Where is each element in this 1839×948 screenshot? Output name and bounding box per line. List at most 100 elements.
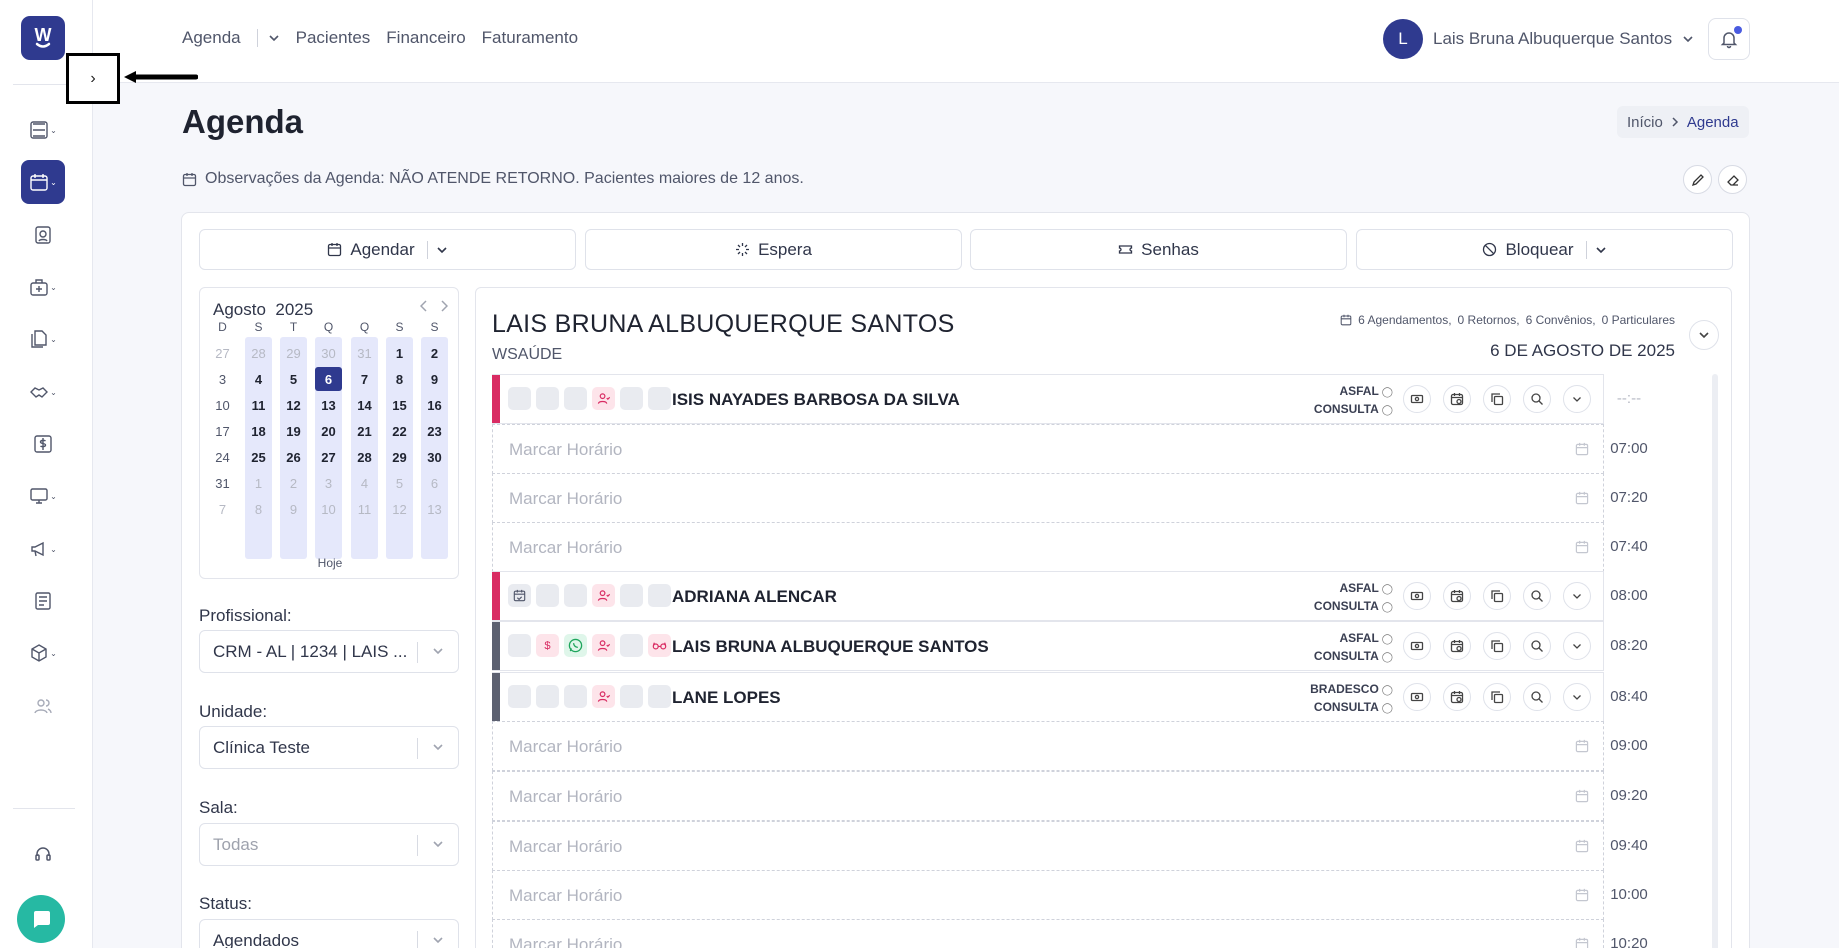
calendar-day[interactable]: 9 (421, 367, 448, 391)
sidebar-item-box[interactable]: ⌄ (21, 631, 65, 675)
calendar-day[interactable]: 27 (315, 445, 342, 469)
sidebar-item-calendar[interactable]: ⌄ (21, 160, 65, 204)
senhas-button[interactable]: Senhas (970, 229, 1347, 270)
collapse-header-button[interactable] (1689, 320, 1719, 350)
row-action-chevron-down[interactable] (1563, 385, 1591, 413)
row-action-cash[interactable] (1403, 385, 1431, 413)
notifications-button[interactable] (1708, 18, 1750, 60)
status-select[interactable]: Agendados (199, 919, 459, 948)
empty-slot-row[interactable]: Marcar Horário (492, 919, 1604, 948)
calendar-day[interactable]: 13 (315, 393, 342, 417)
calendar-day[interactable]: 19 (280, 419, 307, 443)
row-action-chevron-down[interactable] (1563, 683, 1591, 711)
sidebar-item-dollar[interactable] (21, 422, 65, 466)
calendar-day[interactable]: 21 (351, 419, 378, 443)
calendar-day[interactable]: 22 (386, 419, 413, 443)
calendar-day[interactable]: 31 (209, 471, 236, 495)
row-action-calendar-clock[interactable] (1443, 632, 1471, 660)
calendar-day[interactable]: 25 (245, 445, 272, 469)
schedule-scrollbar[interactable] (1712, 374, 1718, 948)
calendar-day[interactable]: 2 (280, 471, 307, 495)
calendar-day[interactable]: 15 (386, 393, 413, 417)
status-money[interactable]: $ (536, 634, 559, 657)
appointment-row[interactable]: ADRIANA ALENCAR ASFAL ◯ CONSULTA ◯ (492, 571, 1604, 621)
row-action-chevron-down[interactable] (1563, 582, 1591, 610)
empty-slot-row[interactable]: Marcar Horário (492, 473, 1604, 523)
row-action-calendar-clock[interactable] (1443, 683, 1471, 711)
user-menu[interactable]: L Lais Bruna Albuquerque Santos (1383, 19, 1694, 59)
row-action-copy[interactable] (1483, 582, 1511, 610)
calendar-day[interactable]: 11 (245, 393, 272, 417)
nav-agenda-chevron-down-icon[interactable] (268, 32, 280, 44)
calendar-day[interactable]: 3 (315, 471, 342, 495)
status-patient[interactable] (592, 634, 615, 657)
empty-slot-row[interactable]: Marcar Horário (492, 870, 1604, 920)
calendar-day[interactable]: 11 (351, 497, 378, 521)
calendar-day[interactable]: 30 (421, 445, 448, 469)
calendar-day[interactable]: 28 (351, 445, 378, 469)
calendar-day[interactable]: 7 (351, 367, 378, 391)
sidebar-item-medical-bag[interactable]: ⌄ (21, 265, 65, 309)
calendar-day[interactable]: 1 (245, 471, 272, 495)
calendar-day[interactable]: 7 (209, 497, 236, 521)
calendar-day[interactable]: 5 (386, 471, 413, 495)
empty-slot-row[interactable]: Marcar Horário (492, 821, 1604, 871)
bloquear-button[interactable]: Bloquear (1356, 229, 1733, 270)
row-action-chevron-down[interactable] (1563, 632, 1591, 660)
clear-observations-button[interactable] (1718, 165, 1747, 194)
sala-select[interactable]: Todas (199, 823, 459, 866)
row-action-copy[interactable] (1483, 385, 1511, 413)
calendar-day[interactable]: 10 (209, 393, 236, 417)
status-patient[interactable] (592, 584, 615, 607)
calendar-day[interactable]: 29 (386, 445, 413, 469)
appointment-row[interactable]: LANE LOPES BRADESCO ◯ CONSULTA ◯ (492, 672, 1604, 722)
sidebar-item-checklist[interactable]: ⌄ (21, 108, 65, 152)
calendar-day[interactable]: 2 (421, 341, 448, 365)
chevron-down-icon[interactable] (1595, 244, 1607, 256)
calendar-day[interactable]: 29 (280, 341, 307, 365)
calendar-day[interactable]: 12 (386, 497, 413, 521)
chat-button[interactable] (17, 895, 65, 943)
sidebar-expand-button[interactable]: › (66, 53, 120, 104)
calendar-day[interactable]: 13 (421, 497, 448, 521)
calendar-day[interactable]: 27 (209, 341, 236, 365)
nav-financeiro[interactable]: Financeiro (386, 28, 465, 48)
chevron-down-icon[interactable] (436, 244, 448, 256)
calendar-day[interactable]: 14 (351, 393, 378, 417)
row-action-cash[interactable] (1403, 683, 1431, 711)
sidebar-item-megaphone[interactable]: ⌄ (21, 527, 65, 571)
sidebar-item-documents[interactable]: ⌄ (21, 317, 65, 361)
calendar-day[interactable]: 3 (209, 367, 236, 391)
calendar-day[interactable]: 28 (245, 341, 272, 365)
row-action-search[interactable] (1523, 632, 1551, 660)
calendar-day[interactable]: 17 (209, 419, 236, 443)
calendar-day[interactable]: 18 (245, 419, 272, 443)
nav-agenda[interactable]: Agenda (182, 28, 241, 48)
patient-name[interactable]: LAIS BRUNA ALBUQUERQUE SANTOS (672, 637, 989, 657)
today-button[interactable]: Hoje (200, 556, 460, 570)
profissional-select[interactable]: CRM - AL | 1234 | LAIS ... (199, 630, 459, 673)
sidebar-item-news[interactable] (21, 579, 65, 623)
row-action-search[interactable] (1523, 582, 1551, 610)
sidebar-item-patient-badge[interactable] (21, 213, 65, 257)
calendar-day[interactable]: 1 (386, 341, 413, 365)
espera-button[interactable]: Espera (585, 229, 962, 270)
row-action-search[interactable] (1523, 385, 1551, 413)
row-action-calendar-clock[interactable] (1443, 385, 1471, 413)
calendar-day[interactable]: 5 (280, 367, 307, 391)
calendar-day[interactable]: 31 (351, 341, 378, 365)
nav-pacientes[interactable]: Pacientes (296, 28, 371, 48)
patient-name[interactable]: LANE LOPES (672, 688, 781, 708)
empty-slot-row[interactable]: Marcar Horário (492, 721, 1604, 771)
breadcrumb-home[interactable]: Início (1627, 114, 1663, 131)
calendar-day[interactable]: 23 (421, 419, 448, 443)
status-glasses[interactable] (648, 634, 671, 657)
calendar-day[interactable]: 10 (315, 497, 342, 521)
calendar-day[interactable]: 6 (315, 367, 342, 391)
status-whatsapp[interactable] (564, 634, 587, 657)
unidade-select[interactable]: Clínica Teste (199, 726, 459, 769)
calendar-day[interactable]: 30 (315, 341, 342, 365)
app-logo[interactable]: W (21, 16, 65, 60)
calendar-day[interactable]: 20 (315, 419, 342, 443)
patient-name[interactable]: ISIS NAYADES BARBOSA DA SILVA (672, 390, 960, 410)
